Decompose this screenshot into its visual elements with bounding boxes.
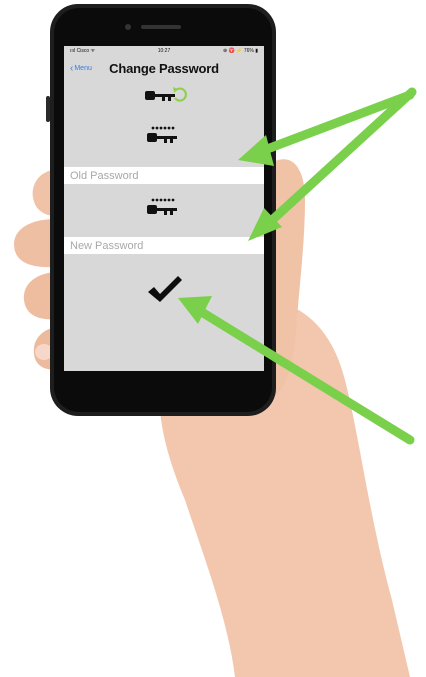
checkmark-icon xyxy=(148,276,182,302)
key-password-icon xyxy=(147,126,177,143)
battery-status: ⊕ ♈ ⚡ 76% ▮ xyxy=(223,48,258,54)
confirm-checkmark-button[interactable] xyxy=(144,272,184,306)
key-password-icon xyxy=(147,198,177,215)
new-password-field[interactable] xyxy=(64,237,264,254)
navigation-bar: ‹Menu Change Password xyxy=(64,58,264,80)
status-bar: ıııl Cisco ᯤ 10:27 ⊕ ♈ ⚡ 76% ▮ xyxy=(64,46,264,56)
key-recycle-icon xyxy=(145,87,187,102)
phone-speaker xyxy=(141,25,181,29)
page-title: Change Password xyxy=(109,61,219,76)
old-password-field[interactable] xyxy=(64,167,264,184)
phone-screen: ıııl Cisco ᯤ 10:27 ⊕ ♈ ⚡ 76% ▮ ‹Menu Cha… xyxy=(64,46,264,371)
phone-camera xyxy=(125,24,131,30)
phone-side-button xyxy=(46,96,50,122)
